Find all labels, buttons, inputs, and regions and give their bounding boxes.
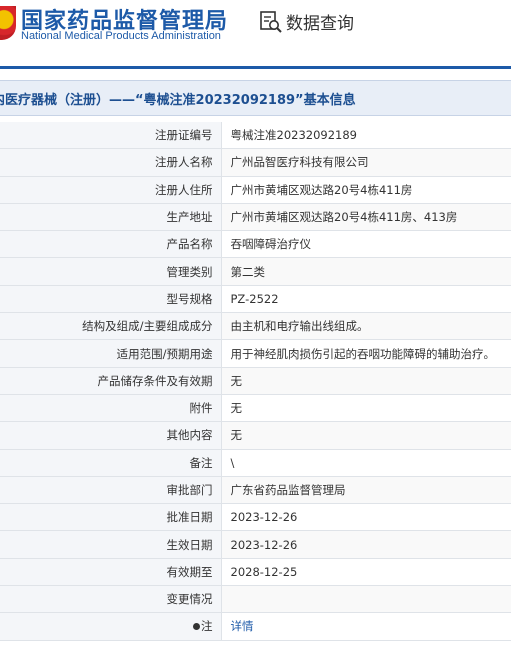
row-value: 无 [221, 367, 511, 395]
row-label: 有效期至 [0, 558, 222, 587]
row-label: 生产地址 [0, 203, 222, 232]
row-value: 第二类 [221, 257, 511, 286]
table-row: 产品名称 吞咽障碍治疗仪 [0, 230, 511, 259]
row-value: 2023-12-26 [221, 530, 511, 559]
data-search-link[interactable]: 数据查询 [286, 9, 354, 34]
header-divider [0, 66, 511, 69]
row-label: 注册证编号 [0, 122, 222, 150]
row-value: 广州品智医疗科技有限公司 [221, 148, 511, 177]
row-label: 其他内容 [0, 421, 222, 450]
row-value: PZ-2522 [221, 285, 511, 314]
table-row: 生产地址 广州市黄埔区观达路20号4栋411房、413房 [0, 203, 511, 232]
table-row: 管理类别 第二类 [0, 257, 511, 286]
note-label-cell: 注 [0, 612, 222, 641]
table-row: 生效日期 2023-12-26 [0, 530, 511, 559]
row-label: 适用范围/预期用途 [0, 339, 222, 368]
row-value: \ [221, 449, 511, 477]
row-value: 由主机和电疗输出线组成。 [221, 312, 511, 341]
table-row: 附件无 [0, 394, 511, 423]
table-row: 备注 \ [0, 449, 511, 477]
row-value: 吞咽障碍治疗仪 [221, 230, 511, 259]
row-label: 型号规格 [0, 285, 222, 314]
row-value: 用于神经肌肉损伤引起的吞咽功能障碍的辅助治疗。 [221, 339, 511, 368]
row-label: 变更情况 [0, 585, 222, 614]
table-row: 注册证编号 粤械注准20232092189 [0, 122, 511, 150]
data-search-icon[interactable] [259, 10, 283, 34]
row-value: 无 [221, 421, 511, 450]
row-value: 广州市黄埔区观达路20号4栋411房 [221, 176, 511, 204]
row-value: 广东省药品监督管理局 [221, 476, 511, 505]
page-title: 内医疗器械（注册）——“粤械注准20232092189”基本信息 [0, 93, 356, 108]
details-link[interactable]: 详情 [231, 619, 254, 633]
detail-title-bar: 内医疗器械（注册）——“粤械注准20232092189”基本信息 [0, 80, 511, 116]
row-value: 详情 [221, 612, 511, 641]
row-label: 注册人住所 [0, 176, 222, 204]
row-label: 审批部门 [0, 476, 222, 505]
note-dot-icon [193, 623, 200, 631]
row-value: 无 [221, 394, 511, 423]
table-row: 批准日期 2023-12-26 [0, 503, 511, 532]
org-name-en[interactable]: National Medical Products Administration [21, 30, 221, 42]
table-row: 注册人名称 广州品智医疗科技有限公司 [0, 148, 511, 177]
table-row: 有效期至 2028-12-25 [0, 558, 511, 587]
row-label: 附件 [0, 394, 222, 423]
table-row: 结构及组成/主要组成成分 由主机和电疗输出线组成。 [0, 312, 511, 341]
row-label: 生效日期 [0, 530, 222, 559]
row-value: 2028-12-25 [221, 558, 511, 587]
row-value: 广州市黄埔区观达路20号4栋411房、413房 [221, 203, 511, 232]
row-label: 产品储存条件及有效期 [0, 367, 222, 395]
row-label: 产品名称 [0, 230, 222, 259]
table-row: 产品储存条件及有效期无 [0, 367, 511, 395]
row-label: 批准日期 [0, 503, 222, 532]
row-label: 管理类别 [0, 257, 222, 286]
row-label: 注册人名称 [0, 148, 222, 177]
table-row: 其他内容无 [0, 421, 511, 450]
nmpa-emblem-icon [0, 6, 16, 40]
site-header: 国家药品监督管理局 National Medical Products Admi… [0, 0, 511, 66]
row-value: 粤械注准20232092189 [221, 122, 511, 150]
row-label: 注 [201, 619, 213, 634]
table-row: 变更情况 [0, 585, 511, 614]
row-value [221, 585, 511, 614]
row-value: 2023-12-26 [221, 503, 511, 532]
table-row: 注 详情 [0, 612, 511, 641]
row-label: 备注 [0, 449, 222, 477]
table-row: 注册人住所 广州市黄埔区观达路20号4栋411房 [0, 176, 511, 204]
table-row: 审批部门 广东省药品监督管理局 [0, 476, 511, 505]
table-row: 型号规格 PZ-2522 [0, 285, 511, 314]
detail-table: 注册证编号 粤械注准20232092189 注册人名称 广州品智医疗科技有限公司 注… [0, 122, 511, 641]
table-row: 适用范围/预期用途 用于神经肌肉损伤引起的吞咽功能障碍的辅助治疗。 [0, 339, 511, 368]
row-label: 结构及组成/主要组成成分 [0, 312, 222, 341]
